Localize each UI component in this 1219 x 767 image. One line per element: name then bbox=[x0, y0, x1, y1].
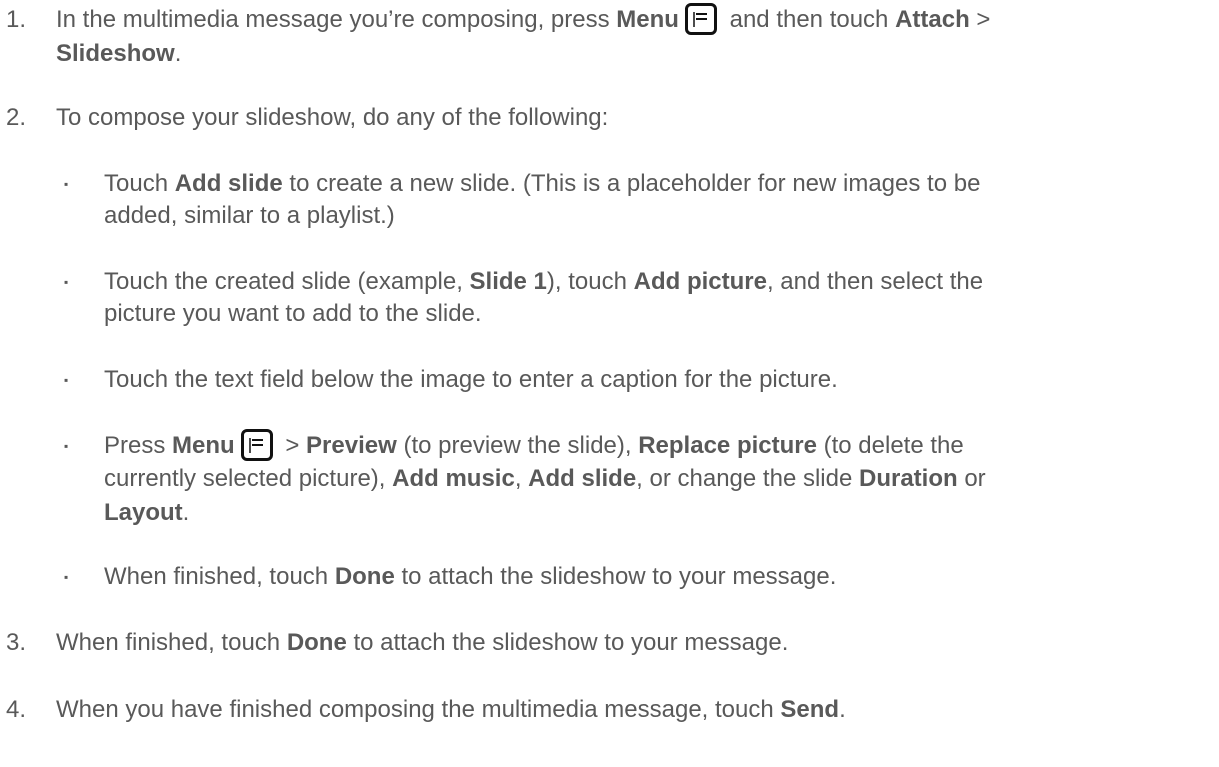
step-number: 3. bbox=[6, 629, 27, 656]
step-text: To compose your slideshow, do any of the… bbox=[56, 104, 609, 131]
bullet-icon: ▪ bbox=[64, 373, 69, 387]
step-number: 4. bbox=[6, 696, 27, 723]
bullet-icon: ▪ bbox=[64, 275, 69, 289]
menu-key-icon bbox=[240, 428, 273, 461]
step-number: 1. bbox=[6, 6, 27, 33]
bullet-icon: ▪ bbox=[64, 439, 69, 453]
bullet-icon: ▪ bbox=[64, 570, 69, 584]
bullet-icon: ▪ bbox=[64, 177, 69, 191]
step-number: 2. bbox=[6, 104, 27, 131]
step-text: When finished, touch Done to attach the … bbox=[56, 629, 789, 656]
step-text: In the multimedia message you’re composi… bbox=[56, 2, 990, 37]
step-text: When you have finished composing the mul… bbox=[56, 696, 846, 723]
menu-key-icon bbox=[684, 2, 717, 35]
